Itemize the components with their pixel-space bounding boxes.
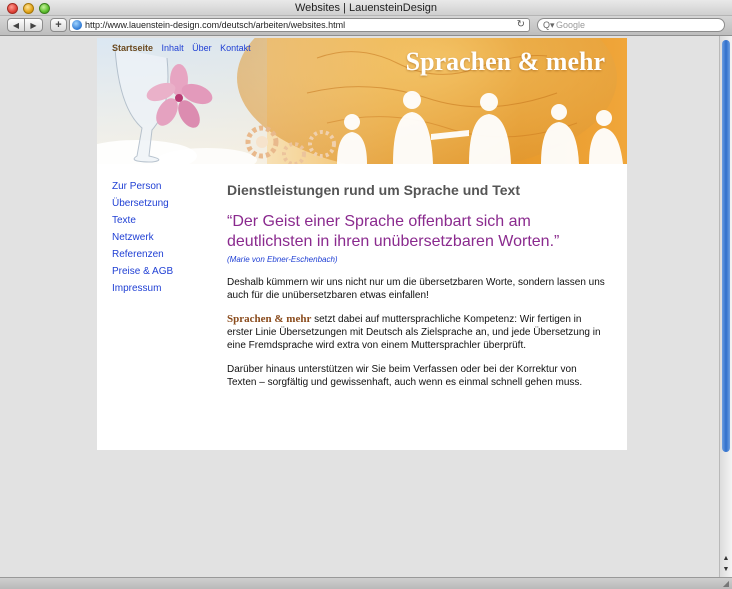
- paragraph-intro: Deshalb kümmern wir uns nicht nur um die…: [227, 277, 605, 301]
- vertical-scrollbar[interactable]: ▲ ▼: [719, 36, 732, 577]
- brand-name: Sprachen & mehr: [227, 313, 312, 325]
- plus-icon: +: [55, 19, 62, 31]
- url-text[interactable]: http://www.lauenstein-design.com/deutsch…: [85, 19, 345, 31]
- status-bar: ◢: [0, 577, 732, 589]
- quote-text: “Der Geist einer Sprache offenbart sich …: [227, 213, 560, 250]
- sidebar-item-preise-agb[interactable]: Preise & AGB: [112, 263, 173, 280]
- main-content: Dienstleistungen rund um Sprache und Tex…: [227, 182, 607, 389]
- topnav-item-ueber[interactable]: Über: [192, 43, 212, 53]
- sidebar-item-texte[interactable]: Texte: [112, 212, 173, 229]
- site-title: Sprachen & mehr: [405, 47, 605, 76]
- search-field[interactable]: Q▾ Google: [537, 18, 725, 32]
- scroll-down-icon[interactable]: ▼: [720, 564, 732, 575]
- search-icon[interactable]: Q▾: [543, 19, 555, 31]
- paragraph-services: Darüber hinaus unterstützen wir Sie beim…: [227, 364, 583, 388]
- resize-grip-icon[interactable]: ◢: [723, 579, 729, 588]
- window-titlebar: Websites | LauensteinDesign: [0, 0, 732, 16]
- forward-arrow-icon: ▶: [30, 20, 37, 30]
- quote-author[interactable]: (Marie von Ebner-Eschenbach): [227, 255, 607, 265]
- sidebar-item-referenzen[interactable]: Referenzen: [112, 246, 173, 263]
- topnav-item-kontakt[interactable]: Kontakt: [220, 43, 251, 53]
- side-navigation: Zur Person Übersetzung Texte Netzwerk Re…: [112, 178, 173, 297]
- back-button[interactable]: ◀: [7, 18, 25, 32]
- add-bookmark-button[interactable]: +: [50, 18, 67, 32]
- sidebar-item-netzwerk[interactable]: Netzwerk: [112, 229, 173, 246]
- header-banner: Startseite Inhalt Über Kontakt Sprachen …: [97, 38, 627, 164]
- topnav-item-inhalt[interactable]: Inhalt: [162, 43, 184, 53]
- address-bar[interactable]: http://www.lauenstein-design.com/deutsch…: [69, 18, 530, 32]
- sidebar-item-impressum[interactable]: Impressum: [112, 280, 173, 297]
- paragraph-competence: Sprachen & mehr setzt dabei auf muttersp…: [227, 313, 607, 352]
- back-arrow-icon: ◀: [12, 20, 20, 30]
- page-heading: Dienstleistungen rund um Sprache und Tex…: [227, 182, 520, 198]
- topnav-item-startseite[interactable]: Startseite: [112, 43, 153, 53]
- sidebar-item-zur-person[interactable]: Zur Person: [112, 178, 173, 195]
- window-title: Websites | LauensteinDesign: [294, 2, 438, 14]
- forward-button[interactable]: ▶: [25, 18, 43, 32]
- reload-icon[interactable]: ↻: [517, 18, 525, 31]
- browser-toolbar: ◀ ▶ + http://www.lauenstein-design.com/d…: [0, 16, 732, 36]
- top-navigation: Startseite Inhalt Über Kontakt: [112, 43, 257, 54]
- sidebar-item-uebersetzung[interactable]: Übersetzung: [112, 195, 173, 212]
- globe-icon: [72, 20, 82, 30]
- scroll-thumb[interactable]: [722, 40, 730, 452]
- scroll-up-icon[interactable]: ▲: [720, 553, 732, 564]
- web-page: Startseite Inhalt Über Kontakt Sprachen …: [97, 38, 627, 450]
- search-placeholder[interactable]: Google: [556, 19, 585, 31]
